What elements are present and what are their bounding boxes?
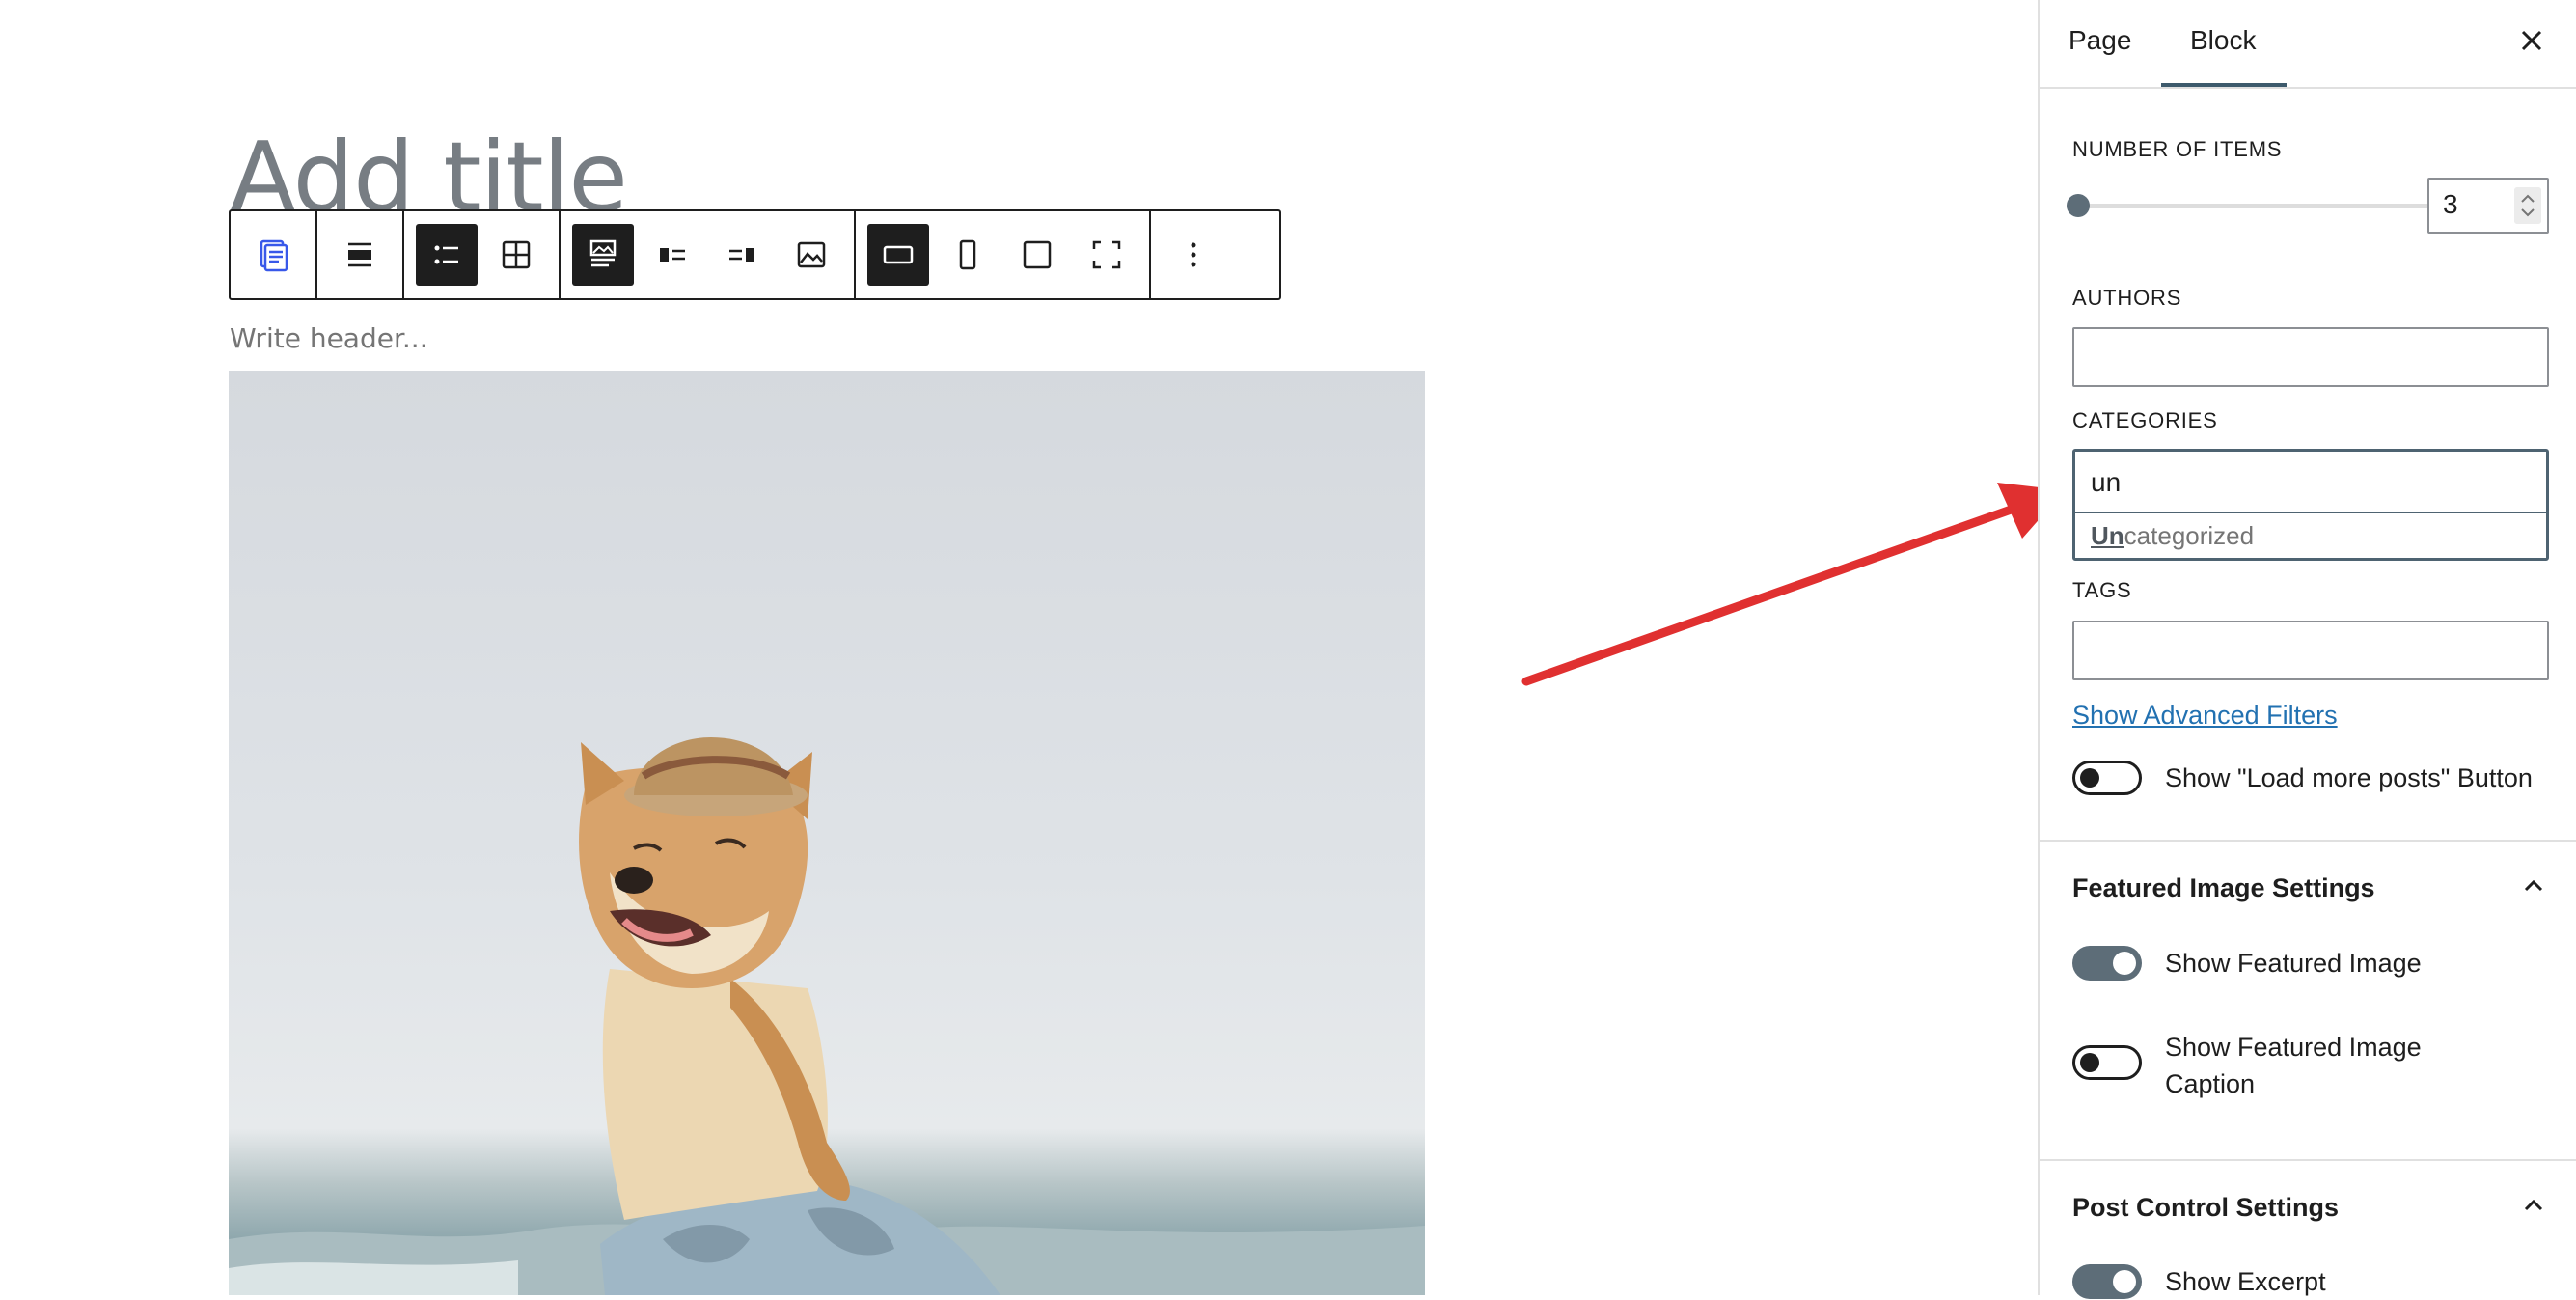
block-type-icon[interactable]	[242, 224, 304, 286]
load-more-label: Show "Load more posts" Button	[2165, 763, 2533, 792]
image-right-icon[interactable]	[711, 224, 773, 286]
uncropped-icon[interactable]	[1076, 224, 1137, 286]
sidebar-tabs: Page Block	[2040, 0, 2576, 89]
number-of-items-value: 3	[2443, 189, 2458, 219]
show-featured-image-caption-label: Show Featured Image Caption	[2165, 1033, 2422, 1098]
image-top-icon[interactable]	[572, 224, 634, 286]
tab-page[interactable]: Page	[2069, 25, 2131, 56]
portrait-icon[interactable]	[937, 224, 999, 286]
show-featured-image-toggle[interactable]	[2072, 946, 2142, 981]
landscape-icon[interactable]	[867, 224, 929, 286]
featured-image[interactable]	[229, 371, 1425, 1295]
suggestion-divider	[2075, 512, 2546, 513]
toolbar-group-image-size	[856, 211, 1151, 298]
featured-image-settings-title[interactable]: Featured Image Settings	[2072, 873, 2375, 903]
grid-view-icon[interactable]	[485, 224, 547, 286]
tags-field[interactable]	[2072, 621, 2549, 680]
suggestion-rest: categorized	[2124, 521, 2255, 550]
toolbar-group-align	[317, 211, 404, 298]
toggle-knob	[2080, 768, 2099, 788]
categories-label: CATEGORIES	[2072, 408, 2218, 432]
toolbar-group-block	[231, 211, 317, 298]
toolbar-group-more	[1151, 211, 1236, 298]
section-divider	[2040, 1159, 2576, 1161]
block-toolbar	[229, 209, 1281, 300]
toolbar-group-layout	[404, 211, 561, 298]
active-tab-indicator	[2161, 83, 2287, 87]
toggle-knob	[2113, 952, 2136, 975]
slider-thumb[interactable]	[2067, 194, 2090, 217]
toggle-knob	[2080, 1053, 2099, 1072]
toggle-knob	[2113, 1270, 2136, 1293]
categories-field[interactable]: un Uncategorized	[2072, 449, 2549, 561]
load-more-toggle[interactable]	[2072, 761, 2142, 795]
spinner-icon[interactable]	[2514, 187, 2541, 224]
post-control-settings-title[interactable]: Post Control Settings	[2072, 1193, 2339, 1223]
show-excerpt-label: Show Excerpt	[2165, 1267, 2326, 1296]
authors-label: AUTHORS	[2072, 286, 2182, 310]
chevron-up-icon[interactable]	[2520, 872, 2547, 899]
settings-sidebar: Page Block NUMBER OF ITEMS 3 AUTHORS CAT…	[2038, 0, 2576, 1299]
show-featured-image-label: Show Featured Image	[2165, 949, 2422, 978]
tab-block[interactable]: Block	[2190, 25, 2256, 56]
editor-canvas: Add title Write header...	[0, 0, 2065, 1295]
toolbar-group-image-position	[561, 211, 856, 298]
show-featured-image-caption-toggle[interactable]	[2072, 1045, 2142, 1080]
show-advanced-filters-link[interactable]: Show Advanced Filters	[2072, 701, 2338, 731]
section-divider	[2040, 840, 2576, 842]
header-placeholder[interactable]: Write header...	[230, 322, 428, 354]
close-icon[interactable]	[2516, 25, 2547, 56]
authors-field[interactable]	[2072, 327, 2549, 387]
number-of-items-input[interactable]: 3	[2427, 178, 2549, 234]
square-icon[interactable]	[1006, 224, 1068, 286]
show-excerpt-toggle[interactable]	[2072, 1264, 2142, 1299]
suggestion-match: Un	[2091, 521, 2124, 550]
image-behind-icon[interactable]	[781, 224, 842, 286]
image-left-icon[interactable]	[642, 224, 703, 286]
more-options-icon[interactable]	[1163, 224, 1224, 286]
align-icon[interactable]	[329, 224, 391, 286]
number-of-items-label: NUMBER OF ITEMS	[2072, 137, 2283, 161]
list-view-icon[interactable]	[416, 224, 478, 286]
number-of-items-slider[interactable]	[2072, 204, 2429, 208]
category-suggestion-uncategorized[interactable]: Uncategorized	[2091, 521, 2254, 551]
annotation-arrow-icon	[1521, 483, 2065, 686]
categories-input-value[interactable]: un	[2091, 467, 2121, 498]
tags-label: TAGS	[2072, 578, 2132, 602]
chevron-up-icon[interactable]	[2520, 1192, 2547, 1219]
